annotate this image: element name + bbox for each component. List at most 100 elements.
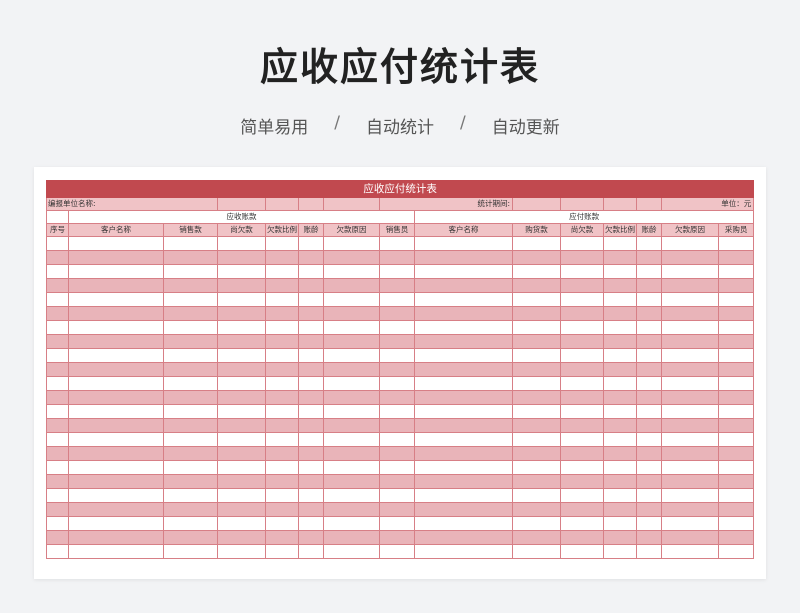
table-cell[interactable]	[661, 460, 719, 475]
table-cell[interactable]	[636, 544, 662, 559]
table-cell[interactable]	[512, 334, 561, 349]
table-cell[interactable]	[414, 502, 513, 517]
table-cell[interactable]	[512, 306, 561, 321]
table-cell[interactable]	[717, 474, 755, 489]
info-cell[interactable]	[217, 197, 266, 211]
table-cell[interactable]	[603, 306, 637, 321]
table-cell[interactable]	[298, 446, 324, 461]
table-cell[interactable]	[46, 404, 69, 419]
table-cell[interactable]	[717, 516, 755, 531]
table-cell[interactable]	[717, 530, 755, 545]
table-cell[interactable]	[560, 390, 604, 405]
table-cell[interactable]	[265, 432, 299, 447]
table-cell[interactable]	[46, 418, 69, 433]
table-cell[interactable]	[265, 460, 299, 475]
table-cell[interactable]	[163, 474, 218, 489]
table-cell[interactable]	[379, 264, 415, 279]
table-cell[interactable]	[717, 446, 755, 461]
table-cell[interactable]	[46, 292, 69, 307]
table-cell[interactable]	[560, 376, 604, 391]
table-cell[interactable]	[636, 390, 662, 405]
table-cell[interactable]	[661, 474, 719, 489]
table-cell[interactable]	[560, 418, 604, 433]
table-cell[interactable]	[298, 474, 324, 489]
table-cell[interactable]	[298, 502, 324, 517]
table-cell[interactable]	[298, 530, 324, 545]
table-cell[interactable]	[603, 390, 637, 405]
table-cell[interactable]	[379, 348, 415, 363]
table-cell[interactable]	[379, 488, 415, 503]
table-cell[interactable]	[636, 460, 662, 475]
table-cell[interactable]	[379, 446, 415, 461]
table-cell[interactable]	[298, 264, 324, 279]
table-cell[interactable]	[636, 502, 662, 517]
table-cell[interactable]	[323, 250, 380, 265]
table-cell[interactable]	[68, 376, 164, 391]
table-cell[interactable]	[603, 264, 637, 279]
table-cell[interactable]	[163, 278, 218, 293]
table-cell[interactable]	[717, 334, 755, 349]
table-cell[interactable]	[265, 334, 299, 349]
table-cell[interactable]	[68, 530, 164, 545]
table-cell[interactable]	[163, 376, 218, 391]
info-cell[interactable]	[512, 197, 561, 211]
table-cell[interactable]	[414, 474, 513, 489]
table-cell[interactable]	[603, 334, 637, 349]
table-cell[interactable]	[512, 278, 561, 293]
table-cell[interactable]	[68, 488, 164, 503]
table-cell[interactable]	[217, 502, 266, 517]
table-cell[interactable]	[603, 236, 637, 251]
table-cell[interactable]	[265, 278, 299, 293]
table-cell[interactable]	[636, 306, 662, 321]
table-cell[interactable]	[163, 418, 218, 433]
table-cell[interactable]	[265, 404, 299, 419]
table-cell[interactable]	[46, 432, 69, 447]
table-cell[interactable]	[414, 418, 513, 433]
table-cell[interactable]	[323, 530, 380, 545]
table-cell[interactable]	[560, 362, 604, 377]
table-cell[interactable]	[717, 488, 755, 503]
table-cell[interactable]	[217, 250, 266, 265]
table-cell[interactable]	[298, 306, 324, 321]
table-cell[interactable]	[379, 544, 415, 559]
table-cell[interactable]	[603, 418, 637, 433]
table-cell[interactable]	[163, 432, 218, 447]
table-cell[interactable]	[46, 376, 69, 391]
table-cell[interactable]	[46, 236, 69, 251]
table-cell[interactable]	[379, 250, 415, 265]
table-cell[interactable]	[414, 334, 513, 349]
table-cell[interactable]	[636, 376, 662, 391]
table-cell[interactable]	[717, 390, 755, 405]
info-cell[interactable]	[636, 197, 662, 211]
table-cell[interactable]	[603, 292, 637, 307]
table-cell[interactable]	[163, 236, 218, 251]
table-cell[interactable]	[163, 334, 218, 349]
table-cell[interactable]	[265, 348, 299, 363]
table-cell[interactable]	[560, 530, 604, 545]
table-cell[interactable]	[298, 278, 324, 293]
table-cell[interactable]	[298, 516, 324, 531]
table-cell[interactable]	[68, 320, 164, 335]
table-cell[interactable]	[379, 278, 415, 293]
table-cell[interactable]	[603, 250, 637, 265]
table-cell[interactable]	[603, 446, 637, 461]
table-cell[interactable]	[512, 474, 561, 489]
info-cell[interactable]	[323, 197, 380, 211]
table-cell[interactable]	[323, 362, 380, 377]
table-cell[interactable]	[379, 404, 415, 419]
table-cell[interactable]	[68, 544, 164, 559]
table-cell[interactable]	[512, 530, 561, 545]
table-cell[interactable]	[46, 530, 69, 545]
table-cell[interactable]	[68, 516, 164, 531]
table-cell[interactable]	[603, 432, 637, 447]
table-cell[interactable]	[217, 306, 266, 321]
table-cell[interactable]	[717, 264, 755, 279]
table-cell[interactable]	[512, 418, 561, 433]
table-cell[interactable]	[560, 516, 604, 531]
table-cell[interactable]	[323, 236, 380, 251]
table-cell[interactable]	[46, 544, 69, 559]
table-cell[interactable]	[323, 320, 380, 335]
table-cell[interactable]	[265, 236, 299, 251]
table-cell[interactable]	[661, 418, 719, 433]
table-cell[interactable]	[163, 404, 218, 419]
